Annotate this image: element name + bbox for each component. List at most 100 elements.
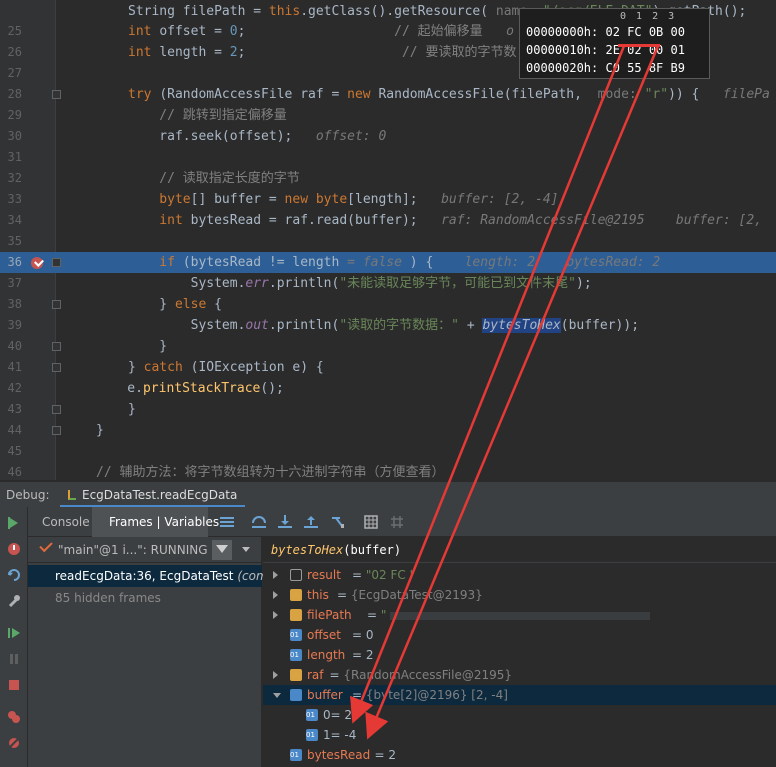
primitive-icon [290, 625, 302, 645]
debug-session-tab[interactable]: EcgDataTest.readEcgData [60, 482, 246, 508]
fold-marker-icon[interactable] [52, 258, 61, 267]
line-number: 39 [7, 318, 22, 332]
code-text: // 读取指定长度的字节 [128, 171, 300, 186]
view-breakpoints-icon[interactable] [7, 709, 21, 723]
line-number: 32 [7, 171, 22, 185]
variable-row-0[interactable]: 0 = 2 [263, 705, 776, 725]
code-line[interactable]: 30 raf.seek(offset); offset: 0 [0, 126, 776, 147]
hex-highlight-underline [618, 44, 660, 47]
line-number: 28 [7, 87, 22, 101]
fold-marker-icon[interactable] [52, 300, 61, 309]
code-text: // 辅助方法：将字节数组转为十六进制字符串（方便查看） [96, 465, 445, 480]
code-line[interactable]: 39 System.out.println("读取的字节数据：" + bytes… [0, 315, 776, 336]
variable-row-length[interactable]: length = 2 [263, 645, 776, 665]
filter-icon[interactable] [212, 540, 232, 560]
variable-name: this [307, 588, 329, 602]
code-line[interactable]: 36 if (bytesRead != length = false ) { l… [0, 252, 776, 273]
code-line[interactable]: 44} [0, 420, 776, 441]
hex-row: 00000020h: C0 55 8F B9 [526, 61, 685, 75]
fold-marker-icon[interactable] [52, 363, 61, 372]
trace-stream-icon[interactable] [390, 515, 404, 529]
settings-wrench-icon[interactable] [7, 593, 21, 608]
thread-selector[interactable]: "main"@1 i...": RUNNING [28, 537, 262, 563]
code-line[interactable]: 38 } else { [0, 294, 776, 315]
chevron-down-icon[interactable] [273, 693, 281, 698]
variable-row-1[interactable]: 1 = -4 [263, 725, 776, 745]
code-line[interactable]: 43} [0, 399, 776, 420]
variable-row-this[interactable]: this = {EcgDataTest@2193} [263, 585, 776, 605]
variable-row-raf[interactable]: raf = {RandomAccessFile@2195} [263, 665, 776, 685]
step-over-icon[interactable] [252, 515, 266, 529]
stack-frame-item[interactable]: readEcgData:36, EcgDataTest (com. [28, 565, 271, 587]
code-line[interactable]: 41} catch (IOException e) { [0, 357, 776, 378]
variable-name: 0 [323, 708, 331, 722]
resume-icon[interactable] [7, 625, 21, 639]
code-line[interactable]: 35 [0, 231, 776, 252]
hidden-frames-link[interactable]: 85 hidden frames [55, 591, 161, 605]
variable-value: = 0 [352, 628, 374, 642]
rerun-failed-icon[interactable] [7, 541, 21, 555]
code-text: int length = 2; // 要读取的字节数 [128, 45, 517, 60]
fold-marker-icon[interactable] [52, 426, 61, 435]
variable-row-result[interactable]: result = "02 FC " [263, 565, 776, 585]
variable-name: buffer [307, 688, 343, 702]
step-into-icon[interactable] [278, 515, 292, 529]
fold-marker-icon[interactable] [52, 90, 61, 99]
line-number: 41 [7, 360, 22, 374]
chevron-down-icon[interactable] [242, 547, 250, 552]
code-text: int bytesRead = raf.read(buffer); raf: R… [128, 213, 762, 228]
code-editor[interactable]: String filePath = this.getClass().getRes… [0, 0, 776, 480]
fold-marker-icon[interactable] [52, 405, 61, 414]
code-line[interactable]: 31 [0, 147, 776, 168]
line-number: 37 [7, 276, 22, 290]
array-icon [290, 689, 302, 701]
code-line[interactable]: 34 int bytesRead = raf.read(buffer); raf… [0, 210, 776, 231]
pause-icon[interactable] [7, 651, 21, 665]
stop-icon[interactable] [7, 677, 21, 691]
evaluate-expression-icon[interactable] [364, 515, 378, 529]
code-line[interactable]: 42 e.printStackTrace(); [0, 378, 776, 399]
variable-row-bytesRead[interactable]: bytesRead = 2 [263, 745, 776, 765]
primitive-icon [290, 745, 302, 765]
tab-console[interactable]: Console [42, 515, 90, 529]
variable-row-buffer[interactable]: buffer = {byte[2]@2196} [2, -4] [263, 685, 776, 705]
chevron-right-icon[interactable] [273, 611, 278, 619]
code-line[interactable]: 45 [0, 441, 776, 462]
breakpoint-icon[interactable] [31, 257, 43, 269]
chevron-right-icon[interactable] [273, 571, 278, 579]
watch-expression[interactable]: bytesToHex(buffer) [263, 537, 776, 563]
chevron-right-icon[interactable] [273, 591, 278, 599]
code-line[interactable]: 29 // 跳转到指定偏移量 [0, 105, 776, 126]
variable-row-offset[interactable]: offset = 0 [263, 625, 776, 645]
menu-icon[interactable] [220, 515, 234, 529]
chevron-right-icon[interactable] [273, 671, 278, 679]
fold-marker-icon[interactable] [52, 342, 61, 351]
thread-status-icon [39, 538, 53, 553]
restore-layout-icon[interactable] [7, 567, 21, 581]
mute-breakpoints-icon[interactable] [7, 735, 21, 750]
code-text: byte[] buffer = new byte[length]; buffer… [128, 192, 559, 207]
code-line[interactable]: 32 // 读取指定长度的字节 [0, 168, 776, 189]
thread-label: "main"@1 i...": RUNNING [58, 543, 208, 557]
code-line[interactable]: 46 // 辅助方法：将字节数组转为十六进制字符串（方便查看） [0, 462, 776, 480]
line-number: 38 [7, 297, 22, 311]
tab-frames-variables[interactable]: Frames | Variables [109, 515, 219, 529]
rerun-icon[interactable] [7, 515, 21, 529]
run-to-cursor-icon[interactable] [331, 515, 345, 529]
variable-row-filePath[interactable]: filePath = " [263, 605, 776, 625]
code-line[interactable]: 33 byte[] buffer = new byte[length]; buf… [0, 189, 776, 210]
debug-side-toolbar [0, 507, 28, 767]
variable-value: = {byte[2]@2196} [2, -4] [352, 688, 508, 702]
code-line[interactable]: 37 System.err.println("未能读取足够字节，可能已到文件末尾… [0, 273, 776, 294]
code-text: } [128, 339, 168, 354]
hex-row: 00000000h: 02 FC 0B 00 [526, 25, 685, 39]
code-text: int offset = 0; // 起始偏移量 o [128, 24, 514, 39]
code-text: // 跳转到指定偏移量 [128, 108, 287, 123]
code-line[interactable]: 40 } [0, 336, 776, 357]
variable-value: = 2 [352, 648, 374, 662]
line-number: 29 [7, 108, 22, 122]
line-number: 42 [7, 381, 22, 395]
code-line[interactable]: 28 try (RandomAccessFile raf = new Random… [0, 84, 776, 105]
code-text: try (RandomAccessFile raf = new RandomAc… [128, 87, 770, 102]
step-out-icon[interactable] [304, 515, 318, 529]
